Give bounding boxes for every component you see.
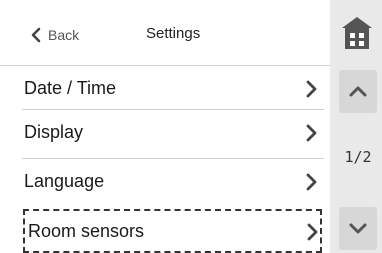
chevron-right-icon [306, 173, 317, 191]
chevron-right-icon [307, 223, 318, 241]
menu-item-display[interactable]: Display [0, 110, 330, 158]
menu-item-language[interactable]: Language [0, 159, 330, 207]
menu-item-label: Display [24, 122, 84, 142]
home-icon[interactable] [339, 13, 375, 53]
chevron-right-icon [306, 80, 317, 98]
menu-item-date-time[interactable]: Date / Time [0, 66, 330, 114]
chevron-right-icon [306, 124, 317, 142]
chevron-down-icon [349, 223, 367, 234]
settings-list: Date / Time Display Language Room sensor… [0, 66, 330, 253]
page-indicator: 1/2 [344, 148, 372, 166]
page-title: Settings [146, 25, 201, 42]
menu-item-label: Language [24, 171, 105, 191]
page-down-button[interactable] [339, 207, 377, 250]
header-bar: Back Settings [0, 0, 330, 66]
menu-item-room-sensors[interactable]: Room sensors [23, 209, 322, 253]
back-button[interactable]: Back [30, 26, 79, 44]
menu-item-label: Date / Time [24, 78, 117, 98]
menu-item-label: Room sensors [28, 221, 145, 241]
chevron-up-icon [349, 86, 367, 97]
page-up-button[interactable] [339, 70, 377, 113]
chevron-left-icon [31, 27, 41, 43]
settings-screen: Back Settings Date / Time Display Langua… [0, 0, 382, 253]
back-label: Back [48, 27, 80, 43]
